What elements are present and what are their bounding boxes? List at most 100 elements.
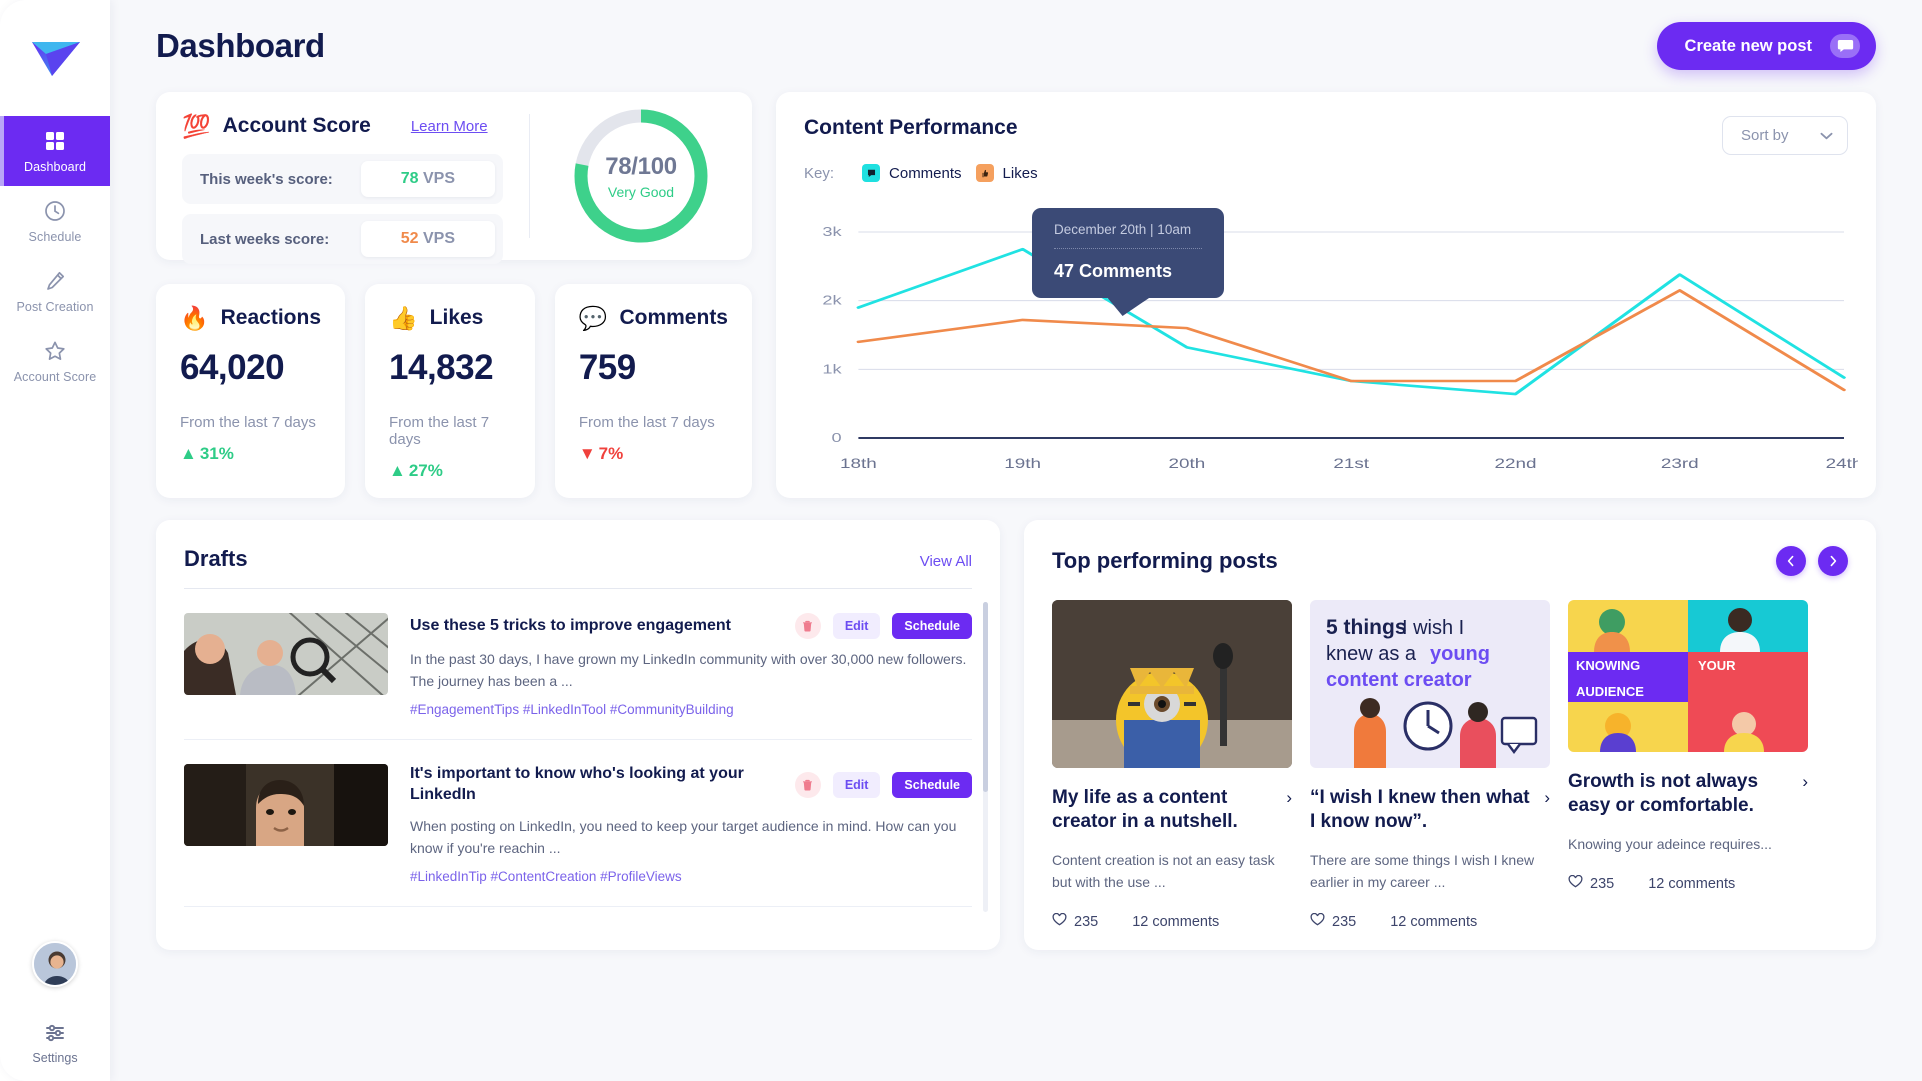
sidebar-item-account-score[interactable]: Account Score <box>0 326 110 396</box>
stat-title: Comments <box>619 306 728 330</box>
top-post-item[interactable]: KNOWING YOUR AUDIENCE Growth is not alwa… <box>1568 600 1808 930</box>
user-avatar[interactable] <box>32 941 78 987</box>
draft-title-row: It's important to know who's looking at … <box>410 764 972 806</box>
stat-subtitle: From the last 7 days <box>389 414 511 448</box>
stat-title: Reactions <box>221 306 321 330</box>
draft-list-item[interactable]: Use these 5 tricks to improve engagement… <box>184 589 972 740</box>
sliders-icon <box>43 1021 67 1045</box>
chart-tooltip-date: December 20th | 10am <box>1054 222 1202 249</box>
svg-text:AUDIENCE: AUDIENCE <box>1576 684 1644 699</box>
post-title: Growth is not always easy or comfortable… <box>1568 770 1794 819</box>
gauge-center-text: 78/100 Very Good <box>569 104 713 248</box>
sidebar-item-schedule[interactable]: Schedule <box>0 186 110 256</box>
account-score-details: 💯 Account Score Learn More This week's s… <box>156 114 530 238</box>
top-post-item[interactable]: 5 things I wish I knew as a young conten… <box>1310 600 1550 930</box>
hundred-points-emoji: 💯 <box>182 115 211 138</box>
post-image-minion-crown <box>1052 600 1292 768</box>
sidebar: Dashboard Schedule Post Creation Account… <box>0 0 110 1081</box>
content-performance-title: Content Performance <box>804 116 1038 140</box>
stat-delta: ▲ 31% <box>180 444 321 464</box>
chat-bubble-icon <box>1830 34 1860 58</box>
left-column: 💯 Account Score Learn More This week's s… <box>156 92 752 498</box>
thumbs-up-emoji: 👍 <box>389 307 418 330</box>
clock-icon <box>43 199 67 223</box>
pencil-icon <box>43 269 67 293</box>
draft-list-item[interactable]: It's important to know who's looking at … <box>184 740 972 907</box>
main-content: Dashboard Create new post 💯 Account Scor… <box>110 0 1922 1081</box>
drafts-scrollbar[interactable] <box>983 602 988 912</box>
create-new-post-label: Create new post <box>1685 37 1812 56</box>
svg-text:YOUR: YOUR <box>1698 658 1736 673</box>
stat-header: 👍 Likes <box>389 306 511 330</box>
this-week-score-value: 78 VPS <box>361 161 495 197</box>
draft-title: Use these 5 tricks to improve engagement <box>410 616 783 637</box>
content-performance-header: Content Performance Key: Comments <box>804 116 1848 182</box>
svg-text:2k: 2k <box>822 294 841 308</box>
chevron-left-icon[interactable] <box>1776 546 1806 576</box>
draft-excerpt: When posting on LinkedIn, you need to ke… <box>410 816 972 859</box>
chevron-right-icon[interactable] <box>1818 546 1848 576</box>
sidebar-item-settings[interactable]: Settings <box>32 1021 77 1065</box>
post-meta: 235 12 comments <box>1568 875 1808 892</box>
post-title: “I wish I knew then what I know now”. <box>1310 786 1536 835</box>
draft-edit-button[interactable]: Edit <box>833 772 881 798</box>
sort-by-label: Sort by <box>1741 127 1789 144</box>
post-likes: 235 <box>1052 913 1098 930</box>
sidebar-item-dashboard[interactable]: Dashboard <box>0 116 110 186</box>
heart-icon <box>1310 913 1325 930</box>
draft-schedule-button[interactable]: Schedule <box>892 613 972 639</box>
stat-delta-arrow: ▲ <box>389 461 406 481</box>
last-week-score-value: 52 VPS <box>361 221 495 257</box>
sidebar-item-label: Dashboard <box>24 160 86 174</box>
content-performance-chart: 01k2k3k18th19th20th21st22nd23rd24th Dece… <box>794 222 1858 482</box>
last-week-score-label: Last weeks score: <box>200 231 329 248</box>
heart-icon <box>1052 913 1067 930</box>
app-window: Dashboard Schedule Post Creation Account… <box>0 0 1922 1081</box>
delete-draft-button[interactable] <box>795 772 821 798</box>
stat-title: Likes <box>430 306 484 330</box>
svg-text:KNOWING: KNOWING <box>1576 658 1640 673</box>
sidebar-item-post-creation[interactable]: Post Creation <box>0 256 110 326</box>
grid-icon <box>43 129 67 153</box>
carousel-arrows <box>1776 546 1848 576</box>
sidebar-item-label: Settings <box>32 1051 77 1065</box>
this-week-score-number: 78 <box>401 170 419 187</box>
sidebar-item-label: Schedule <box>29 230 82 244</box>
svg-text:I wish I: I wish I <box>1402 617 1464 639</box>
sidebar-nav: Dashboard Schedule Post Creation Account… <box>0 116 110 396</box>
delete-draft-button[interactable] <box>795 613 821 639</box>
drafts-view-all-link[interactable]: View All <box>920 553 972 570</box>
top-post-item[interactable]: My life as a content creator in a nutshe… <box>1052 600 1292 930</box>
post-likes: 235 <box>1310 913 1356 930</box>
top-posts-header: Top performing posts <box>1052 546 1848 576</box>
legend-label: Comments <box>889 165 962 182</box>
create-new-post-button[interactable]: Create new post <box>1657 22 1876 70</box>
draft-edit-button[interactable]: Edit <box>833 613 881 639</box>
draft-schedule-button[interactable]: Schedule <box>892 772 972 798</box>
post-excerpt: Knowing your adeince requires... <box>1568 833 1808 855</box>
chevron-right-icon[interactable]: › <box>1286 786 1292 808</box>
legend-label: Likes <box>1003 165 1038 182</box>
draft-excerpt: In the past 30 days, I have grown my Lin… <box>410 649 972 692</box>
learn-more-link[interactable]: Learn More <box>411 118 488 135</box>
svg-text:3k: 3k <box>822 225 841 239</box>
legend-item-likes: Likes <box>976 164 1038 182</box>
post-meta: 235 12 comments <box>1310 913 1550 930</box>
post-likes-count: 235 <box>1590 876 1614 892</box>
chevron-right-icon[interactable]: › <box>1544 786 1550 808</box>
drafts-header: Drafts View All <box>184 546 972 589</box>
sidebar-item-label: Account Score <box>14 370 97 384</box>
chevron-right-icon[interactable]: › <box>1802 770 1808 792</box>
post-comments-count: 12 comments <box>1648 876 1735 892</box>
post-title-row: “I wish I knew then what I know now”. › <box>1310 786 1550 835</box>
svg-text:24th: 24th <box>1826 456 1858 471</box>
star-icon <box>43 339 67 363</box>
draft-thumbnail <box>184 764 388 846</box>
this-week-score-row: This week's score: 78 VPS <box>182 154 503 204</box>
sort-by-dropdown[interactable]: Sort by <box>1722 116 1848 155</box>
post-image-knowing-your-audience: KNOWING YOUR AUDIENCE <box>1568 600 1808 752</box>
post-likes-count: 235 <box>1074 914 1098 930</box>
top-posts-list: My life as a content creator in a nutshe… <box>1052 600 1848 930</box>
post-image-5-things-young-creator: 5 things I wish I knew as a young conten… <box>1310 600 1550 768</box>
fire-emoji: 🔥 <box>180 307 209 330</box>
